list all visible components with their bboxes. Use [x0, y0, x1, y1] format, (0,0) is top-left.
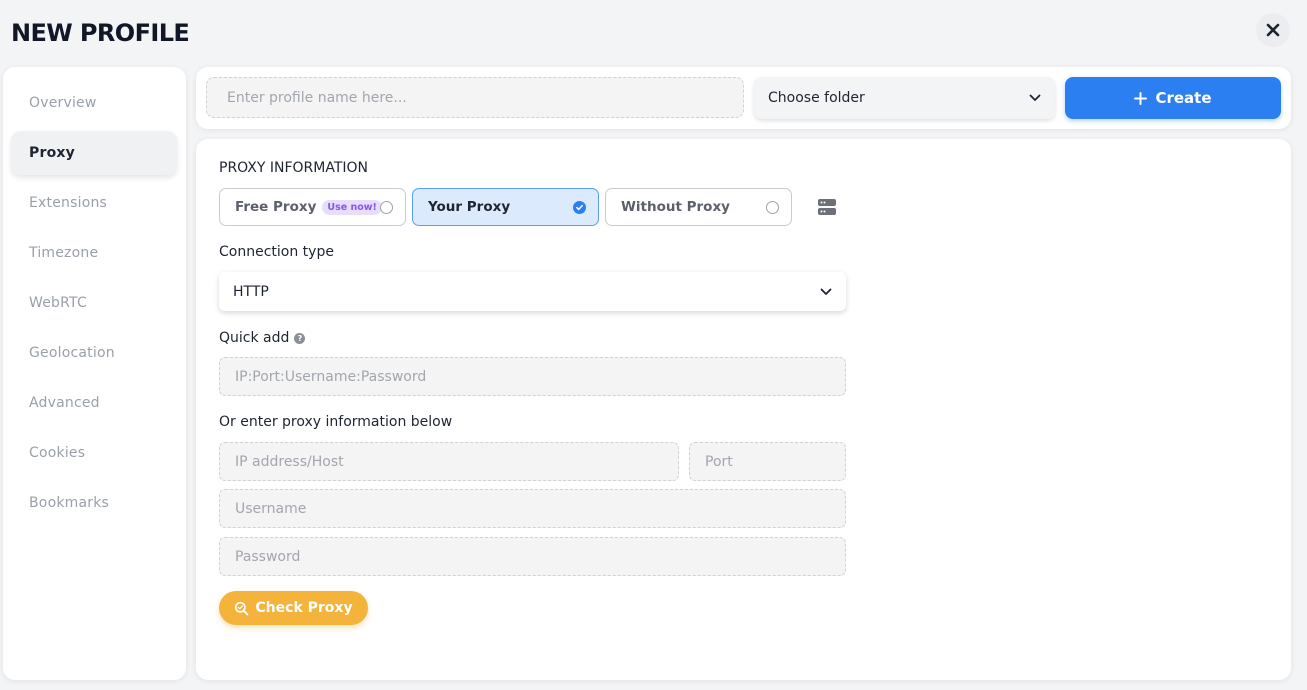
profile-topbar: Choose folder Create [196, 67, 1291, 129]
chevron-down-icon [820, 288, 832, 295]
proxy-option-label: Free Proxy [235, 199, 317, 215]
sidebar-item-geolocation[interactable]: Geolocation [11, 331, 177, 375]
sidebar-item-bookmarks[interactable]: Bookmarks [11, 481, 177, 525]
sidebar: Overview Proxy Extensions Timezone WebRT… [3, 67, 186, 680]
section-title: PROXY INFORMATION [219, 160, 369, 176]
proxy-option-without-proxy[interactable]: Without Proxy [605, 188, 792, 226]
proxy-option-your-proxy[interactable]: Your Proxy [412, 188, 599, 226]
proxy-panel: PROXY INFORMATION Free Proxy Use now! Yo… [196, 139, 1291, 680]
quick-add-input[interactable] [219, 357, 846, 396]
sidebar-item-overview[interactable]: Overview [11, 81, 177, 125]
sidebar-item-proxy[interactable]: Proxy [11, 131, 177, 175]
sidebar-item-cookies[interactable]: Cookies [11, 431, 177, 475]
check-proxy-button[interactable]: Check Proxy [219, 591, 368, 625]
folder-select[interactable]: Choose folder [754, 77, 1055, 119]
proxy-option-label: Your Proxy [428, 199, 511, 215]
connection-type-select[interactable]: HTTP [219, 272, 846, 311]
connection-type-value: HTTP [233, 283, 269, 300]
quick-add-label-text: Quick add [219, 330, 290, 346]
proxy-list-icon[interactable] [818, 198, 836, 216]
radio-icon [380, 201, 393, 214]
magnifier-icon [235, 601, 249, 615]
close-button[interactable] [1256, 13, 1290, 47]
help-icon[interactable]: ? [294, 333, 306, 344]
profile-name-input[interactable] [206, 77, 744, 118]
check-proxy-label: Check Proxy [255, 600, 353, 616]
plus-icon [1134, 91, 1148, 105]
password-input[interactable] [219, 537, 846, 576]
create-button[interactable]: Create [1065, 77, 1281, 119]
sidebar-item-webrtc[interactable]: WebRTC [11, 281, 177, 325]
radio-icon [766, 201, 779, 214]
create-button-label: Create [1155, 89, 1212, 107]
manual-entry-label: Or enter proxy information below [219, 414, 453, 430]
quick-add-label: Quick add? [219, 330, 306, 346]
username-input[interactable] [219, 489, 846, 528]
host-input[interactable] [219, 442, 679, 481]
port-input[interactable] [689, 442, 846, 481]
sidebar-item-timezone[interactable]: Timezone [11, 231, 177, 275]
connection-type-label: Connection type [219, 244, 334, 260]
header: NEW PROFILE [0, 0, 1307, 64]
close-icon [1266, 23, 1280, 37]
use-now-badge: Use now! [322, 199, 382, 215]
proxy-option-label: Without Proxy [621, 199, 730, 215]
proxy-option-free[interactable]: Free Proxy Use now! [219, 188, 406, 226]
chevron-down-icon [1029, 94, 1041, 101]
folder-select-value: Choose folder [768, 90, 865, 106]
sidebar-item-advanced[interactable]: Advanced [11, 381, 177, 425]
page-title: NEW PROFILE [11, 19, 190, 47]
sidebar-item-extensions[interactable]: Extensions [11, 181, 177, 225]
check-circle-icon [573, 201, 586, 214]
